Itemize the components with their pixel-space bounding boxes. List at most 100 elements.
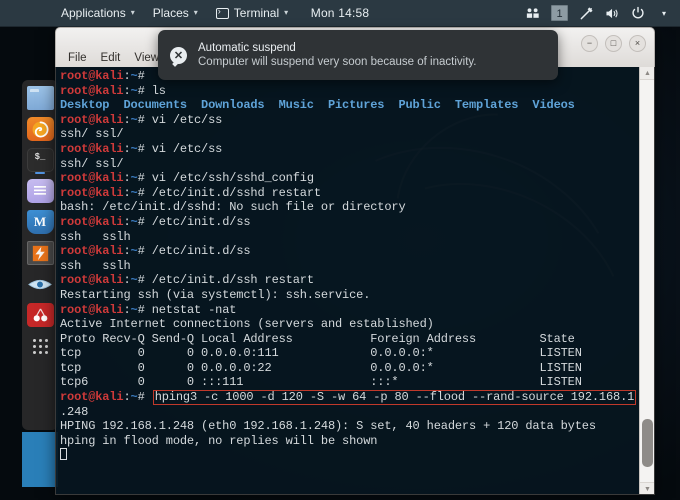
top-panel: Applications ▾ Places ▾ Terminal ▾ Mon 1… (0, 0, 680, 27)
terminal-prompt-path: ~ (130, 214, 138, 229)
terminal-prompt-path: ~ (130, 83, 138, 98)
terminal-prompt-path: ~ (130, 390, 138, 405)
menu-file[interactable]: File (68, 52, 87, 64)
panel-right-group: 1 ▾ (521, 0, 676, 27)
wireshark-icon[interactable] (27, 272, 54, 296)
cherry-glyph (33, 308, 47, 321)
files-icon[interactable] (26, 86, 54, 110)
users-glyph (526, 8, 539, 18)
menu-edit[interactable]: Edit (101, 52, 121, 64)
terminal-body[interactable]: root@kali:~# root@kali:~# ls Desktop Docu… (55, 67, 655, 495)
maximize-button[interactable]: □ (605, 35, 622, 52)
terminal-output-line: ssh sslh (60, 259, 639, 274)
terminal-prompt-symbol: # (137, 390, 152, 405)
applications-menu[interactable]: Applications ▾ (52, 0, 144, 27)
terminal-command-text: vi /etc/ss (151, 141, 223, 156)
close-button[interactable]: × (629, 35, 646, 52)
terminal-window-label: Terminal (233, 6, 280, 20)
terminal-command-line: root@kali:~# netstat -nat (60, 303, 639, 318)
power-suspend-icon: ✕ (170, 46, 187, 64)
terminal-prompt-colon: : (123, 141, 131, 156)
terminal-prompt-colon: : (123, 83, 131, 98)
terminal-command-text: vi /etc/ssh/sshd_config (151, 171, 314, 186)
burpsuite-icon[interactable] (26, 241, 54, 265)
terminal-window-menu[interactable]: Terminal ▾ (207, 0, 297, 27)
terminal-scrollbar[interactable]: ▲ ▼ (639, 67, 654, 494)
output-text: Proto Recv-Q Send-Q Local Address Foreig… (60, 331, 575, 346)
terminal-output-line: ssh sslh (60, 230, 639, 245)
terminal-output[interactable]: root@kali:~# root@kali:~# ls Desktop Docu… (56, 69, 639, 494)
burp-bolt-glyph (32, 245, 48, 261)
terminal-prompt-user: root@kali (60, 214, 124, 229)
terminal-prompt-symbol: # (137, 141, 152, 156)
scroll-down-button[interactable]: ▼ (640, 482, 654, 494)
output-text: ssh/ ssl/ (60, 127, 124, 142)
terminal-prompt-colon: : (123, 390, 131, 405)
output-text: bash: /etc/init.d/sshd: No such file or … (60, 200, 406, 215)
beef-icon[interactable] (26, 303, 54, 327)
terminal-command-line: root@kali:~# vi /etc/ssh/sshd_config (60, 171, 639, 186)
power-icon[interactable] (626, 0, 650, 27)
terminal-icon[interactable]: $_ (26, 148, 54, 174)
places-menu-label: Places (152, 6, 189, 20)
show-applications-icon[interactable] (27, 334, 54, 358)
output-text: tcp 0 0 0.0.0.0:111 0.0.0.0:* LISTEN (60, 346, 582, 361)
workspace-indicator[interactable]: 1 (551, 5, 568, 21)
places-menu[interactable]: Places ▾ (144, 0, 207, 27)
volume-icon[interactable] (600, 0, 624, 27)
terminal-prompt-path: ~ (130, 69, 138, 83)
terminal-command-line: root@kali:~# /etc/init.d/ssh restart (60, 273, 639, 288)
terminal-output-line: Active Internet connections (servers and… (60, 317, 639, 332)
users-icon[interactable] (521, 0, 545, 27)
clock[interactable]: Mon 14:58 (311, 6, 370, 20)
terminal-prompt-path: ~ (130, 273, 138, 288)
terminal-prompt-colon: : (123, 214, 131, 229)
terminal-window: File Edit View − □ × root@kali:~# root@k… (55, 27, 655, 495)
text-editor-icon[interactable] (26, 179, 54, 203)
notification-popup[interactable]: ✕ Automatic suspend Computer will suspen… (158, 30, 558, 80)
metasploit-icon[interactable]: M (26, 210, 54, 234)
menu-view[interactable]: View (134, 52, 159, 64)
terminal-command-line: root@kali:~# vi /etc/ss (60, 113, 639, 128)
terminal-prompt-symbol: # (137, 273, 152, 288)
terminal-command-line: root@kali:~# ls (60, 84, 639, 99)
terminal-command-line: root@kali:~# /etc/init.d/sshd restart (60, 186, 639, 201)
volume-glyph (605, 8, 618, 18)
terminal-prompt-colon: : (123, 112, 131, 127)
output-text: ssh sslh (60, 258, 131, 273)
terminal-prompt-user: root@kali (60, 390, 124, 405)
highlighted-command-box: hping3 -c 1000 -d 120 -S -w 64 -p 80 --f… (152, 390, 637, 406)
terminal-output-line: hping in flood mode, no replies will be … (60, 434, 639, 449)
terminal-command-text: vi /etc/ss (151, 112, 223, 127)
window-controls: − □ × (581, 35, 646, 52)
terminal-command-line: root@kali:~# /etc/init.d/ss (60, 244, 639, 259)
scrollbar-thumb[interactable] (642, 419, 653, 467)
terminal-command-text: /etc/init.d/ss (151, 244, 251, 259)
terminal-command-text: /etc/init.d/ssh restart (151, 273, 314, 288)
terminal-output-line: ssh/ ssl/ (60, 157, 639, 172)
output-text: Active Internet connections (servers and… (60, 317, 434, 332)
terminal-prompt-symbol: # (137, 83, 152, 98)
network-icon[interactable] (574, 0, 598, 27)
terminal-output-line: Proto Recv-Q Send-Q Local Address Foreig… (60, 332, 639, 347)
output-text: .248 (60, 404, 89, 419)
terminal-prompt-colon: : (123, 69, 131, 83)
terminal-prompt-colon: : (123, 185, 131, 200)
application-dock: $_ M (22, 80, 58, 430)
notification-text: Automatic suspend Computer will suspend … (198, 42, 476, 68)
terminal-output-line: Restarting ssh (via systemctl): ssh.serv… (60, 288, 639, 303)
terminal-prompt-colon: : (123, 244, 131, 259)
chevron-down-icon: ▾ (284, 8, 289, 17)
terminal-output-line: tcp 0 0 0.0.0.0:22 0.0.0.0:* LISTEN (60, 361, 639, 376)
terminal-output-line: tcp 0 0 0.0.0.0:111 0.0.0.0:* LISTEN (60, 346, 639, 361)
firefox-icon[interactable] (26, 117, 54, 141)
output-text: ssh/ ssl/ (60, 156, 124, 171)
terminal-prompt-symbol: # (137, 244, 152, 259)
minimize-button[interactable]: − (581, 35, 598, 52)
applications-menu-label: Applications (61, 6, 126, 20)
scroll-up-button[interactable]: ▲ (640, 67, 654, 80)
terminal-cursor[interactable] (60, 448, 67, 461)
system-menu-chevron-down-icon[interactable]: ▾ (652, 0, 676, 27)
terminal-prompt-user: root@kali (60, 185, 124, 200)
terminal-prompt-symbol: # (137, 185, 152, 200)
